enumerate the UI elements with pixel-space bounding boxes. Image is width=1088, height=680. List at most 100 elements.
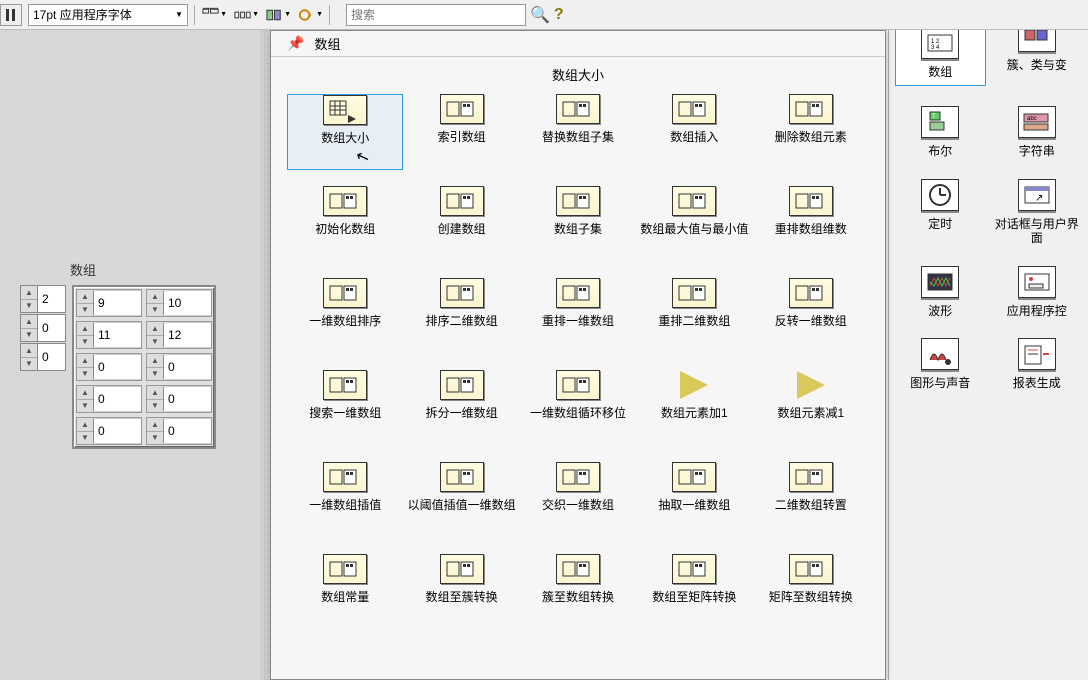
array-cell[interactable]: ▲▼0 [76,353,142,381]
category-图形与声音[interactable]: 图形与声音 [895,338,986,390]
resize-icon[interactable]: ▼ [265,4,291,26]
down-button[interactable]: ▼ [77,368,93,381]
palette-item-reshape[interactable]: 重排数组维数 [753,186,869,262]
search-input[interactable] [346,4,526,26]
up-button[interactable]: ▲ [21,315,37,329]
palette-item-transpose[interactable]: 二维数组转置 [753,462,869,538]
up-button[interactable]: ▲ [147,354,163,368]
up-button[interactable]: ▲ [77,418,93,432]
up-button[interactable]: ▲ [147,386,163,400]
cell-value[interactable]: 9 [93,291,141,315]
palette-item-replace-sub[interactable]: 替换数组子集 [520,94,636,170]
down-button[interactable]: ▼ [77,336,93,349]
category-字符串[interactable]: abc字符串 [992,106,1083,158]
cell-value[interactable]: 0 [163,419,211,443]
up-button[interactable]: ▲ [77,354,93,368]
category-波形[interactable]: 波形 [895,266,986,318]
down-button[interactable]: ▼ [147,400,163,413]
palette-item-perm1d[interactable]: 重排一维数组 [520,278,636,354]
palette-item-to-cluster[interactable]: 数组至簇转换 [403,554,519,630]
align-icon[interactable]: ▼ [201,4,227,26]
palette-item-interp[interactable]: 一维数组插值 [287,462,403,538]
palette-item-maxmin[interactable]: 数组最大值与最小值 [636,186,752,262]
array-control[interactable]: 数组 ▲▼2▲▼0▲▼0 ▲▼9▲▼10▲▼11▲▼12▲▼0▲▼0▲▼0▲▼0… [20,260,216,449]
palette-item-to-array[interactable]: 簇至数组转换 [520,554,636,630]
up-button[interactable]: ▲ [77,386,93,400]
cell-value[interactable]: 0 [93,387,141,411]
cell-value[interactable]: 0 [163,355,211,379]
up-button[interactable]: ▲ [147,418,163,432]
palette-item-grid-arrow[interactable]: 数组大小↖ [287,94,403,170]
up-button[interactable]: ▲ [77,290,93,304]
array-cell[interactable]: ▲▼12 [146,321,212,349]
help-icon[interactable]: ? [554,6,564,24]
index-cell[interactable]: ▲▼0 [20,343,66,371]
cell-value[interactable]: 12 [163,323,211,347]
palette-item-sort2d[interactable]: 排序二维数组 [403,278,519,354]
array-cell[interactable]: ▲▼0 [146,417,212,445]
palette-item-reverse[interactable]: 反转一维数组 [753,278,869,354]
up-button[interactable]: ▲ [147,322,163,336]
palette-item-rotate[interactable]: 一维数组循环移位 [520,370,636,446]
palette-item-inc[interactable]: 数组元素加1 [636,370,752,446]
reorder-icon[interactable]: ▼ [297,4,323,26]
palette-item-perm2d[interactable]: 重排二维数组 [636,278,752,354]
search-icon[interactable]: 🔍 [530,5,550,25]
down-button[interactable]: ▼ [147,336,163,349]
index-cell[interactable]: ▲▼0 [20,314,66,342]
array-cell[interactable]: ▲▼9 [76,289,142,317]
font-selector[interactable]: 17pt 应用程序字体 ▼ [28,4,188,26]
cell-value[interactable]: 11 [93,323,141,347]
category-报表生成[interactable]: 报表生成 [992,338,1083,390]
palette-item-init-arr[interactable]: 初始化数组 [287,186,403,262]
palette-item-thresh[interactable]: 以阈值插值一维数组 [403,462,519,538]
down-button[interactable]: ▼ [21,300,37,313]
category-应用程序控[interactable]: 应用程序控 [992,266,1083,318]
array-cell[interactable]: ▲▼0 [146,385,212,413]
category-对话框与用户界面[interactable]: ↗对话框与用户界面 [992,179,1083,246]
palette-item-subset[interactable]: 数组子集 [520,186,636,262]
palette-item-sort1d[interactable]: 一维数组排序 [287,278,403,354]
down-button[interactable]: ▼ [77,304,93,317]
up-button[interactable]: ▲ [21,344,37,358]
up-button[interactable]: ▲ [77,322,93,336]
distribute-icon[interactable]: ▼ [233,4,259,26]
up-button[interactable]: ▲ [147,290,163,304]
palette-item-dec[interactable]: 数组元素减1 [753,370,869,446]
palette-item-to-matrix[interactable]: 数组至矩阵转换 [636,554,752,630]
palette-item-search1d[interactable]: 搜索一维数组 [287,370,403,446]
palette-item-index-arr[interactable]: 索引数组 [403,94,519,170]
cell-value[interactable]: 0 [93,355,141,379]
down-button[interactable]: ▼ [147,304,163,317]
down-button[interactable]: ▼ [21,358,37,371]
palette-item-split1d[interactable]: 拆分一维数组 [403,370,519,446]
cell-value[interactable]: 0 [93,419,141,443]
palette-item-delete-elem[interactable]: 删除数组元素 [753,94,869,170]
down-button[interactable]: ▼ [77,432,93,445]
category-定时[interactable]: 定时 [895,179,986,246]
palette-item-insert-arr[interactable]: 数组插入 [636,94,752,170]
cell-value[interactable]: 10 [163,291,211,315]
down-button[interactable]: ▼ [147,432,163,445]
down-button[interactable]: ▼ [77,400,93,413]
index-value[interactable]: 0 [37,344,65,370]
palette-item-build-arr[interactable]: 创建数组 [403,186,519,262]
pin-icon[interactable]: 📌 [287,35,304,52]
index-value[interactable]: 0 [37,315,65,341]
palette-item-const[interactable]: 数组常量 [287,554,403,630]
palette-item-interleave[interactable]: 交织一维数组 [520,462,636,538]
down-button[interactable]: ▼ [147,368,163,381]
index-value[interactable]: 2 [37,286,65,312]
palette-item-from-matrix[interactable]: 矩阵至数组转换 [753,554,869,630]
array-cell[interactable]: ▲▼0 [76,417,142,445]
cell-value[interactable]: 0 [163,387,211,411]
array-cell[interactable]: ▲▼10 [146,289,212,317]
up-button[interactable]: ▲ [21,286,37,300]
down-button[interactable]: ▼ [21,329,37,342]
category-布尔[interactable]: T布尔 [895,106,986,158]
index-cell[interactable]: ▲▼2 [20,285,66,313]
pause-button[interactable] [0,4,22,26]
palette-item-decimate[interactable]: 抽取一维数组 [636,462,752,538]
array-cell[interactable]: ▲▼0 [146,353,212,381]
array-cell[interactable]: ▲▼0 [76,385,142,413]
